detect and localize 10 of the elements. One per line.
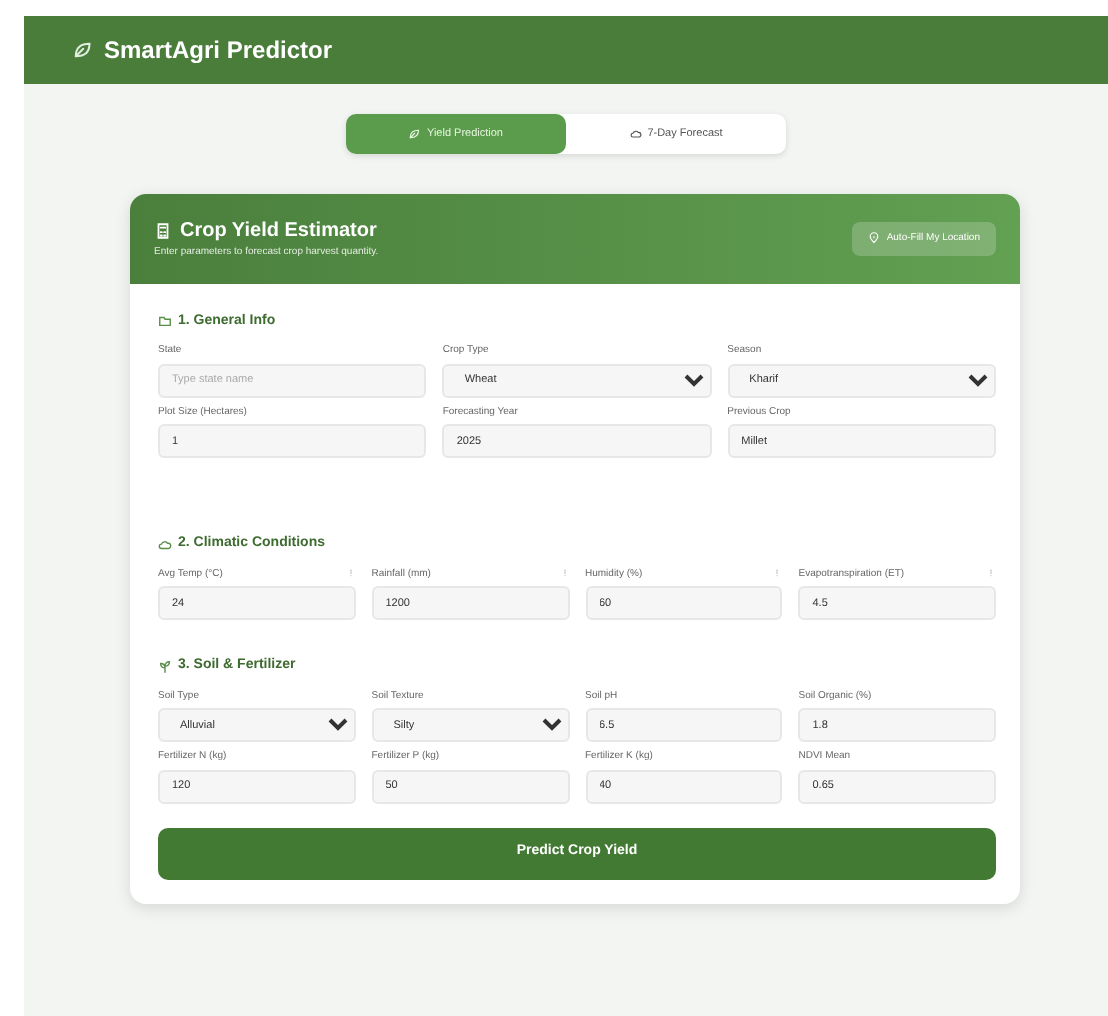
sprout-icon [158,659,172,674]
leaf-icon [72,40,92,60]
location-icon [868,232,881,245]
calculator-icon [154,222,172,240]
cloud-icon [158,537,172,552]
card-title: Crop Yield Estimator [180,218,377,246]
folder-icon [158,314,172,329]
app-title: SmartAgri Predictor [104,34,333,68]
cloud-icon [629,128,642,140]
leaf-icon [408,128,421,140]
